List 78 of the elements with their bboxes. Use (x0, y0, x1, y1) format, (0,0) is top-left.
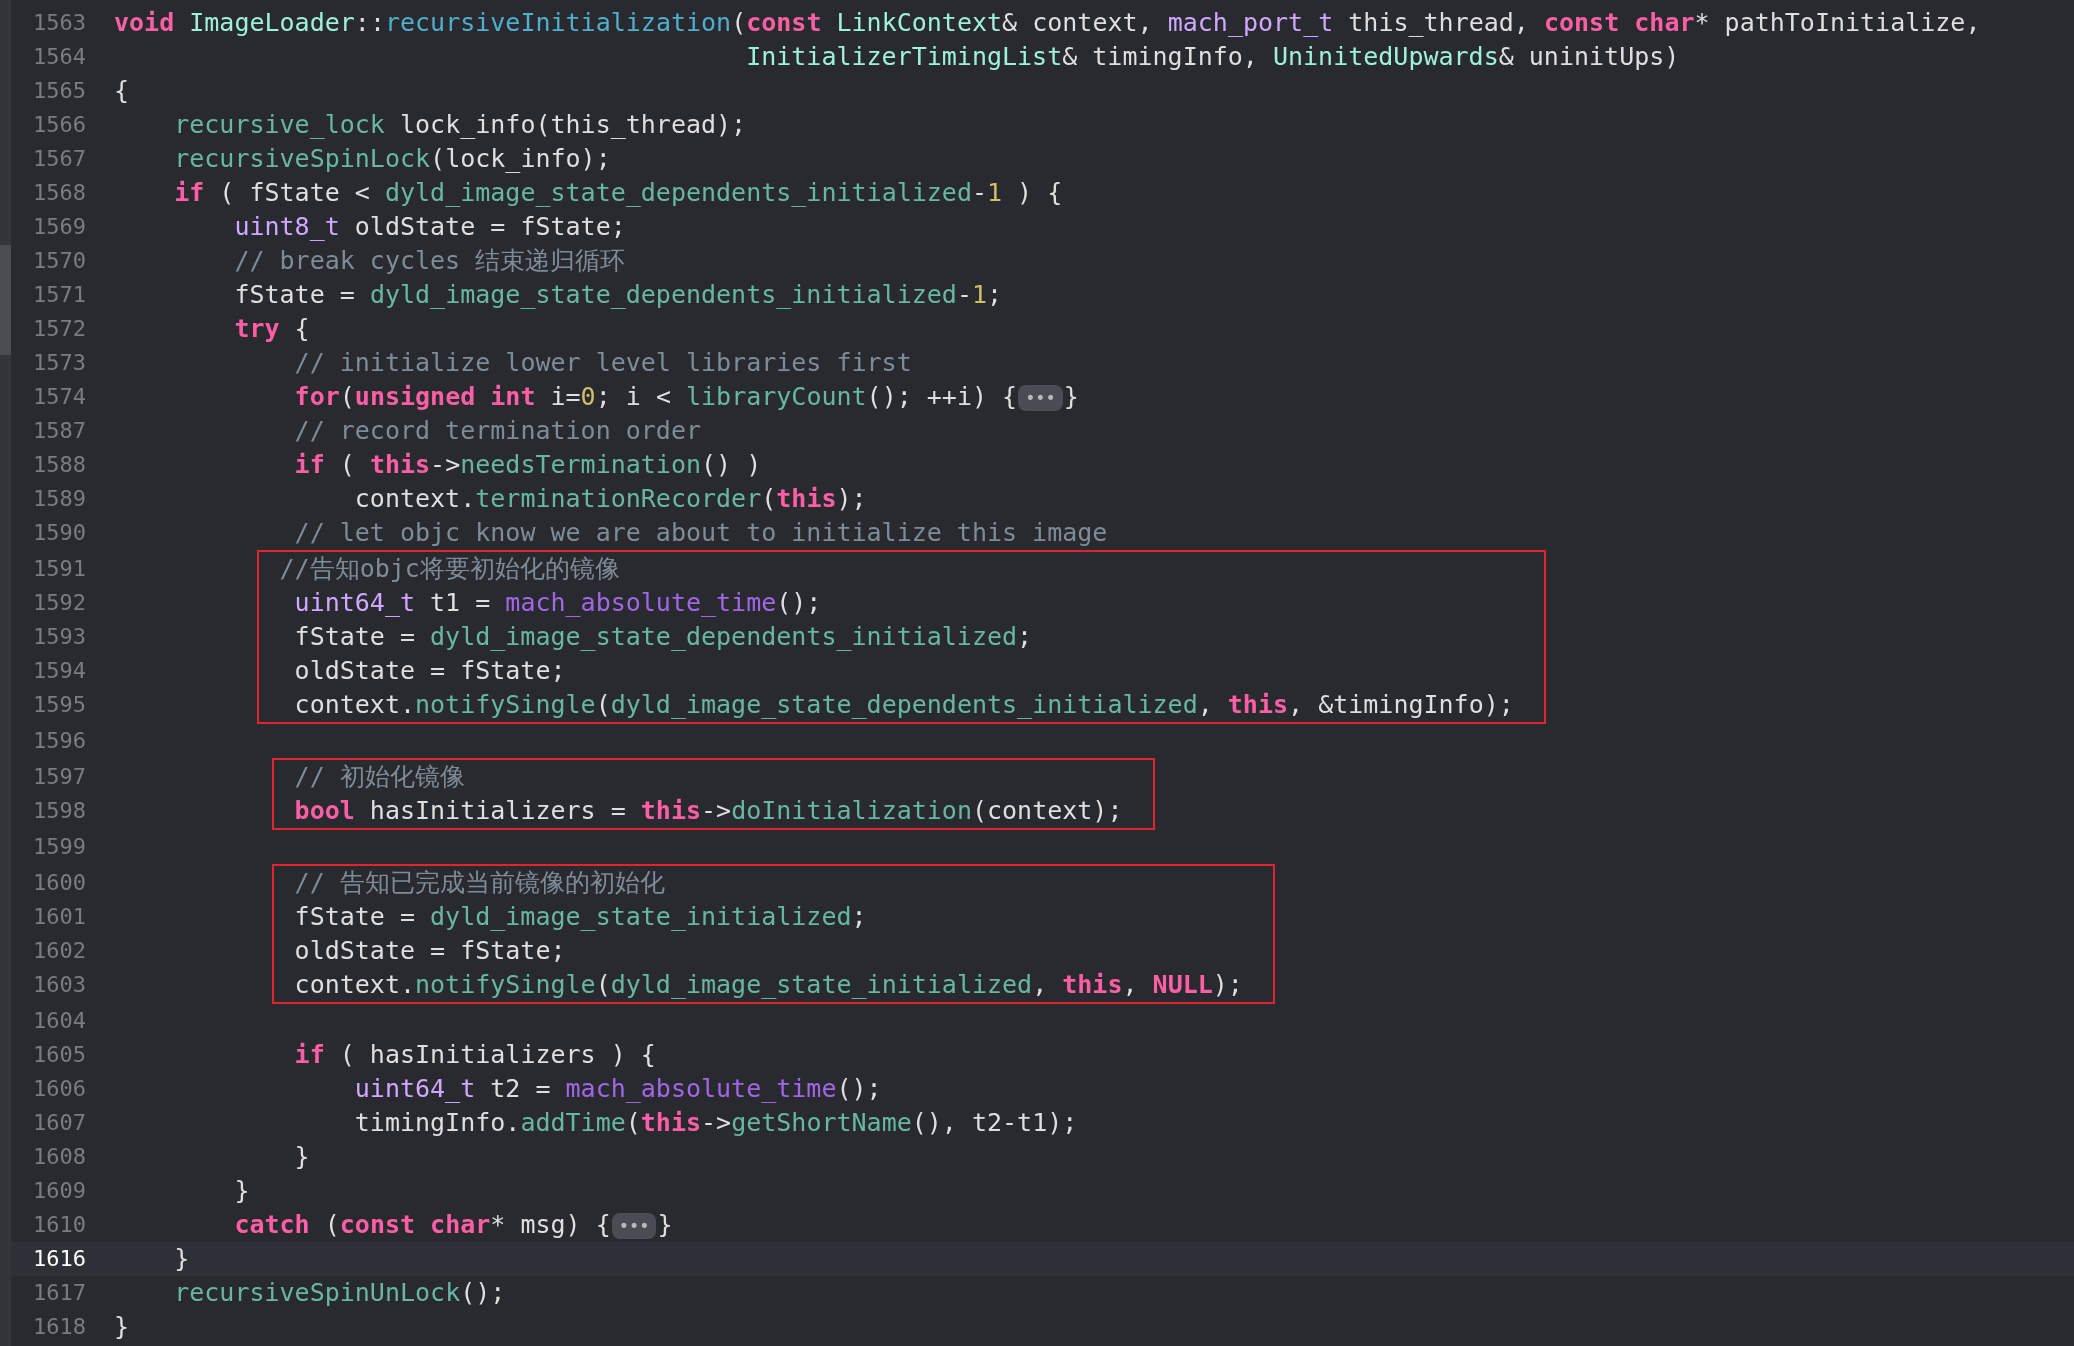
code-line: InitializerTimingList& timingInfo, UninitedUpwards& uninitUps) (746, 41, 1680, 73)
line-number: 1599 (33, 834, 86, 859)
line-number: 1603 (33, 972, 86, 997)
line-number: 1597 (33, 764, 86, 789)
code-line: uint64_t t2 = mach_absolute_time(); (354, 1073, 882, 1105)
code-line: catch (const char* msg) { ••• } (234, 1209, 673, 1241)
line-number: 1617 (33, 1280, 86, 1305)
code-line: if ( hasInitializers ) { (294, 1039, 656, 1071)
fold-button[interactable]: ••• (611, 1213, 657, 1239)
line-number: 1602 (33, 938, 86, 963)
line-number: 1571 (33, 282, 86, 307)
line-number: 1591 (33, 556, 86, 581)
code-line: recursiveSpinLock(lock_info); (174, 143, 611, 175)
line-number: 1608 (33, 1144, 86, 1169)
code-line: void ImageLoader::recursiveInitialization(const LinkContext& context, mach_port_t this_thread, const char* pathToInitialize, (114, 7, 1981, 39)
code-line: // break cycles 结束递归循环 (234, 245, 626, 277)
line-number: 1568 (33, 180, 86, 205)
code-line: timingInfo.addTime(this->getShortName(), t2-t1); (354, 1107, 1078, 1139)
line-number: 1596 (33, 728, 86, 753)
code-line: fState = dyld_image_state_dependents_initialized; (294, 621, 1033, 653)
line-number: 1609 (33, 1178, 86, 1203)
code-line: if ( fState < dyld_image_state_dependents_initialized-1 ) { (174, 177, 1063, 209)
code-line: recursiveSpinUnLock(); (174, 1277, 506, 1309)
code-line: uint64_t t1 = mach_absolute_time(); (294, 587, 822, 619)
line-number: 1618 (33, 1314, 86, 1339)
code-line: // record termination order (294, 415, 701, 447)
line-number: 1572 (33, 316, 86, 341)
code-line: // let objc know we are about to initialize this image (294, 517, 1108, 549)
line-number: 1590 (33, 520, 86, 545)
code-line: bool hasInitializers = this->doInitialization(context); (294, 795, 1123, 827)
line-number: 1606 (33, 1076, 86, 1101)
code-line: } (294, 1141, 310, 1173)
line-number: 1605 (33, 1042, 86, 1067)
code-line: oldState = fState; (294, 655, 566, 687)
line-number: 1610 (33, 1212, 86, 1237)
line-number: 1616 (33, 1246, 86, 1271)
line-number: 1598 (33, 798, 86, 823)
line-number: 1600 (33, 870, 86, 895)
line-number: 1569 (33, 214, 86, 239)
line-number: 1593 (33, 624, 86, 649)
line-number: 1567 (33, 146, 86, 171)
line-number: 1589 (33, 486, 86, 511)
line-number: 1563 (33, 10, 86, 35)
code-line: uint8_t oldState = fState; (234, 211, 626, 243)
code-line: oldState = fState; (294, 935, 566, 967)
code-line: for(unsigned int i=0; i < libraryCount(); ++i) { ••• } (294, 381, 1079, 413)
line-number: 1607 (33, 1110, 86, 1135)
line-number: 1566 (33, 112, 86, 137)
line-number: 1570 (33, 248, 86, 273)
line-number: 1592 (33, 590, 86, 615)
line-number: 1573 (33, 350, 86, 375)
line-number: 1594 (33, 658, 86, 683)
code-line: // 初始化镜像 (294, 761, 465, 793)
line-number: 1601 (33, 904, 86, 929)
code-line: // 告知已完成当前镜像的初始化 (294, 867, 665, 899)
code-line: context.notifySingle(dyld_image_state_initialized, this, NULL); (294, 969, 1243, 1001)
code-line: try { (234, 313, 310, 345)
scroll-thumb[interactable] (0, 245, 11, 355)
code-line: } (234, 1175, 250, 1207)
line-number: 1564 (33, 44, 86, 69)
fold-button[interactable]: ••• (1018, 385, 1063, 411)
code-line: //告知objc将要初始化的镜像 (279, 553, 620, 585)
line-number: 1565 (33, 78, 86, 103)
code-line: fState = dyld_image_state_initialized; (294, 901, 867, 933)
code-line: { (114, 75, 130, 107)
line-number: 1588 (33, 452, 86, 477)
code-line: fState = dyld_image_state_dependents_initialized-1; (234, 279, 1003, 311)
code-line: // initialize lower level libraries first (294, 347, 912, 379)
line-number: 1595 (33, 692, 86, 717)
code-line: if ( this->needsTermination() ) (294, 449, 762, 481)
line-number: 1604 (33, 1008, 86, 1033)
code-line: } (174, 1243, 190, 1275)
code-line: } (114, 1311, 130, 1343)
line-number: 1587 (33, 418, 86, 443)
code-line: context.notifySingle(dyld_image_state_dependents_initialized, this, &timingInfo); (294, 689, 1514, 721)
code-line: context.terminationRecorder(this); (354, 483, 867, 515)
code-line: recursive_lock lock_info(this_thread); (174, 109, 747, 141)
line-number: 1574 (33, 384, 86, 409)
